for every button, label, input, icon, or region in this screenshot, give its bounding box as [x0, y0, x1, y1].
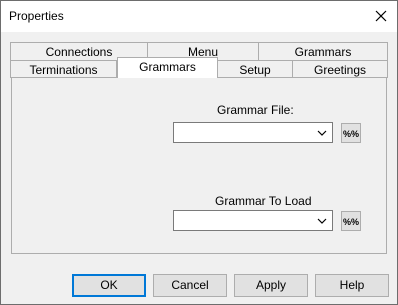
- ok-button[interactable]: OK: [72, 274, 146, 297]
- grammar-file-variable-button[interactable]: %%: [341, 123, 361, 143]
- chevron-down-icon: [317, 218, 327, 224]
- percent-variable-icon: %%: [343, 217, 359, 227]
- tab-label: Terminations: [29, 63, 98, 77]
- cancel-button[interactable]: Cancel: [153, 274, 227, 297]
- svg-text:%%: %%: [343, 129, 359, 139]
- chevron-down-icon: [317, 130, 327, 136]
- grammar-to-load-variable-button[interactable]: %%: [341, 211, 361, 231]
- grammar-to-load-label: Grammar To Load: [215, 194, 312, 208]
- tab-label: Greetings: [313, 63, 367, 77]
- tab-label: Grammars: [294, 45, 352, 59]
- window-title: Properties: [9, 9, 64, 23]
- grammar-file-combobox[interactable]: [173, 122, 333, 143]
- close-button[interactable]: [369, 4, 393, 28]
- tab-label: Connections: [45, 45, 113, 59]
- svg-text:%%: %%: [343, 217, 359, 227]
- tab-setup[interactable]: Setup: [217, 60, 293, 78]
- tab-terminations[interactable]: Terminations: [10, 60, 117, 78]
- percent-variable-icon: %%: [343, 129, 359, 139]
- close-icon: [375, 10, 387, 22]
- title-bar: Properties: [1, 1, 397, 32]
- tab-label: Setup: [239, 63, 271, 77]
- tab-grammars[interactable]: Grammars: [117, 57, 218, 78]
- grammar-to-load-combobox[interactable]: [173, 210, 333, 231]
- help-button[interactable]: Help: [315, 274, 389, 297]
- grammars-panel: Grammar File: %% Grammar To Load %%: [11, 77, 387, 254]
- tab-greetings[interactable]: Greetings: [292, 60, 388, 78]
- properties-dialog: Properties Connections Menu Grammars Ter…: [0, 0, 398, 305]
- apply-button[interactable]: Apply: [234, 274, 308, 297]
- tab-label: Grammars: [139, 60, 196, 74]
- grammar-file-label: Grammar File:: [217, 103, 294, 117]
- tab-grammars-row1[interactable]: Grammars: [258, 42, 388, 60]
